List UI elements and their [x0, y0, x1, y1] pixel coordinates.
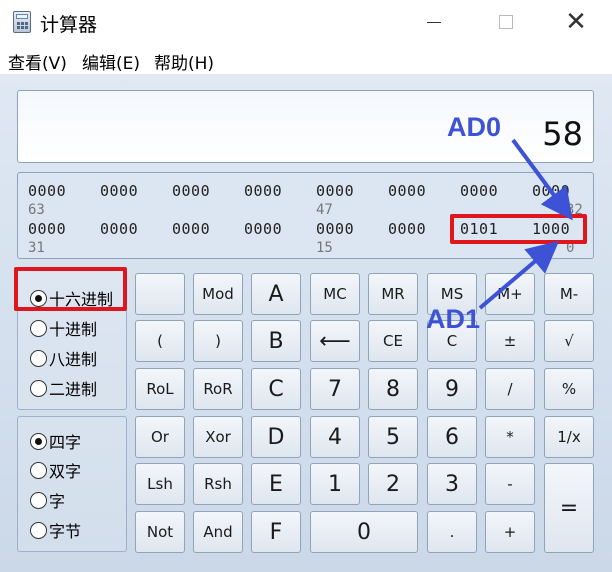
- annotation-arrows: [478, 138, 573, 310]
- ad0-arrow: [511, 138, 573, 221]
- ad1-arrow: [478, 240, 560, 310]
- ad0-label: AD0: [447, 112, 502, 142]
- ad1-label: AD1: [426, 304, 481, 334]
